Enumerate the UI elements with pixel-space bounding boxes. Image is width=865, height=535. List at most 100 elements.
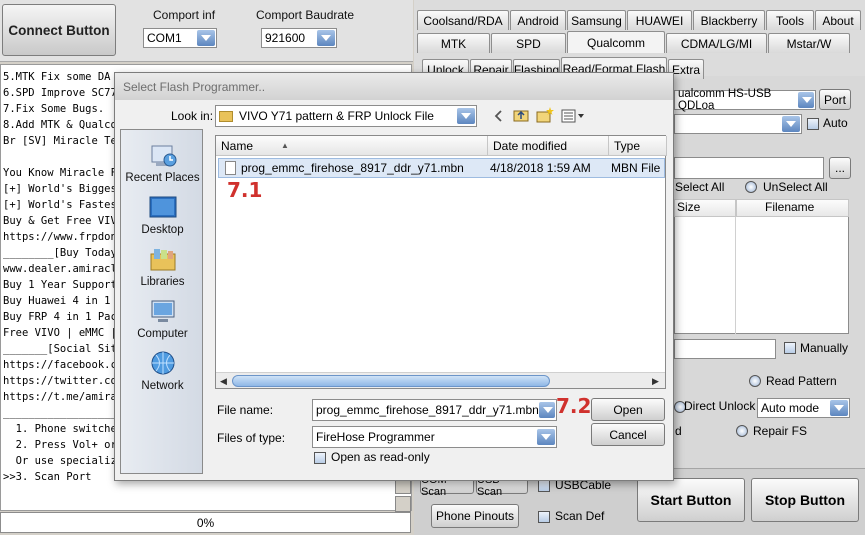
mode-value: Auto mode <box>761 401 820 415</box>
horizontal-scrollbar[interactable]: ◀ ▶ <box>216 372 665 388</box>
network-icon <box>148 350 178 378</box>
file-row[interactable]: prog_emmc_firehose_8917_ddr_y71.mbn 4/18… <box>218 158 665 178</box>
col-type[interactable]: Type <box>609 136 667 156</box>
tab-qualcomm[interactable]: Qualcomm <box>567 31 665 53</box>
file-list[interactable]: Name ▲ Date modified Type prog_emmc_fire… <box>215 135 667 389</box>
up-folder-icon[interactable] <box>513 107 529 123</box>
secondary-combo[interactable] <box>674 114 802 134</box>
comport-value: COM1 <box>147 31 182 45</box>
file-name-input[interactable]: prog_emmc_firehose_8917_ddr_y71.mbn <box>312 399 557 421</box>
select-flash-programmer-dialog: Select Flash Programmer.. Look in: VIVO … <box>114 72 674 481</box>
place-computer[interactable]: Computer <box>121 298 204 340</box>
manually-checkbox[interactable] <box>784 342 796 354</box>
tab-android[interactable]: Android <box>510 10 566 30</box>
auto-checkbox[interactable] <box>807 118 819 130</box>
baud-label: Comport Baudrate <box>256 8 355 22</box>
tab-blackberry[interactable]: Blackberry <box>693 10 765 30</box>
files-of-type-label: Files of type: <box>217 431 286 445</box>
chevron-down-icon <box>782 116 800 132</box>
partition-table[interactable] <box>674 199 849 334</box>
place-desktop[interactable]: Desktop <box>121 194 204 236</box>
file-name: prog_emmc_firehose_8917_ddr_y71.mbn <box>241 161 464 175</box>
direct-unlock-label: Direct Unlock <box>684 399 756 413</box>
look-in-select[interactable]: VIVO Y71 pattern & FRP Unlock File <box>215 105 477 127</box>
tab-mtk[interactable]: MTK <box>417 33 490 53</box>
place-label: Network <box>141 380 184 392</box>
back-icon[interactable] <box>492 109 506 123</box>
annotation-7-1: 7.1 <box>227 178 263 202</box>
select-all-label[interactable]: Select All <box>675 180 724 194</box>
tab-spd[interactable]: SPD <box>491 33 566 53</box>
file-type: MBN File <box>611 161 661 175</box>
port-combo[interactable]: ualcomm HS-USB QDLoa <box>674 88 816 112</box>
usb-cable-checkbox[interactable] <box>538 480 550 492</box>
place-recent-places[interactable]: Recent Places <box>121 142 204 184</box>
scan-def-checkbox[interactable] <box>538 511 550 523</box>
place-network[interactable]: Network <box>121 350 204 392</box>
baud-select[interactable]: 921600 <box>261 28 337 48</box>
cancel-button[interactable]: Cancel <box>591 423 665 446</box>
scroll-arrow[interactable] <box>395 496 411 512</box>
view-menu-icon[interactable] <box>561 108 585 124</box>
col-name[interactable]: Name ▲ <box>216 136 488 156</box>
unselect-all-radio[interactable] <box>745 181 757 193</box>
repair-fs-label: Repair FS <box>753 424 808 438</box>
chevron-down-icon <box>317 30 335 46</box>
file-name-value: prog_emmc_firehose_8917_ddr_y71.mbn <box>316 403 539 417</box>
repair-fs-radio[interactable] <box>736 425 748 437</box>
chevron-down-icon <box>538 402 555 418</box>
tab-huawei[interactable]: HUAWEI <box>627 10 692 30</box>
tab-coolsand-rda[interactable]: Coolsand/RDA <box>417 10 509 30</box>
connect-button[interactable]: Connect Button <box>2 4 116 56</box>
place-label: Libraries <box>140 276 185 288</box>
start-button[interactable]: Start Button <box>637 478 745 522</box>
comport-select[interactable]: COM1 <box>143 28 217 48</box>
browse-button[interactable]: ... <box>829 157 851 179</box>
open-button[interactable]: Open <box>591 398 665 421</box>
auto-label: Auto <box>823 116 848 130</box>
scroll-left-icon[interactable]: ◀ <box>220 376 227 387</box>
baud-value: 921600 <box>265 31 306 45</box>
tab-mstar-w[interactable]: Mstar/W <box>768 33 850 53</box>
files-of-type-value: FireHose Programmer <box>316 430 435 444</box>
port-button[interactable]: Port <box>819 89 851 110</box>
places-bar: Recent Places Desktop Libraries Computer… <box>120 129 203 474</box>
col-divider <box>735 217 736 334</box>
col-date-modified[interactable]: Date modified <box>488 136 609 156</box>
stop-button[interactable]: Stop Button <box>751 478 859 522</box>
place-label: Computer <box>137 328 188 340</box>
look-in-label: Look in: <box>171 109 214 123</box>
scroll-thumb[interactable] <box>232 375 550 387</box>
file-path-field[interactable] <box>674 157 824 179</box>
files-of-type-select[interactable]: FireHose Programmer <box>312 426 557 448</box>
col-filename[interactable]: Filename <box>736 199 849 217</box>
readonly-checkbox[interactable] <box>314 452 326 464</box>
chevron-down-icon <box>197 30 215 46</box>
new-folder-icon[interactable] <box>536 106 554 124</box>
scroll-right-icon[interactable]: ▶ <box>652 376 659 387</box>
desktop-icon <box>148 194 178 222</box>
comport-label: Comport inf <box>153 8 216 22</box>
libraries-icon <box>148 246 178 274</box>
d-label: d <box>675 424 682 438</box>
col-size[interactable]: Size <box>674 199 736 217</box>
tab-tools[interactable]: Tools <box>766 10 814 30</box>
read-pattern-radio[interactable] <box>749 375 761 387</box>
tab-samsung[interactable]: Samsung <box>567 10 626 30</box>
file-date: 4/18/2018 1:59 AM <box>490 161 591 175</box>
mode-select[interactable]: Auto mode <box>757 398 850 418</box>
unselect-all-label: UnSelect All <box>763 180 828 194</box>
computer-icon <box>148 298 178 326</box>
tab-about[interactable]: About <box>815 10 861 30</box>
place-libraries[interactable]: Libraries <box>121 246 204 288</box>
phone-pinouts-button[interactable]: Phone Pinouts <box>431 504 519 528</box>
place-label: Desktop <box>141 224 184 236</box>
folder-icon <box>219 110 233 122</box>
manual-field[interactable] <box>674 339 776 359</box>
annotation-7-2: 7.2 <box>556 394 592 418</box>
dialog-title: Select Flash Programmer.. <box>115 73 673 100</box>
tab-cdma-lg-mi[interactable]: CDMA/LG/MI <box>666 33 767 53</box>
look-in-value: VIVO Y71 pattern & FRP Unlock File <box>239 109 434 123</box>
chevron-down-icon <box>830 400 848 416</box>
read-pattern-label: Read Pattern <box>766 374 837 388</box>
